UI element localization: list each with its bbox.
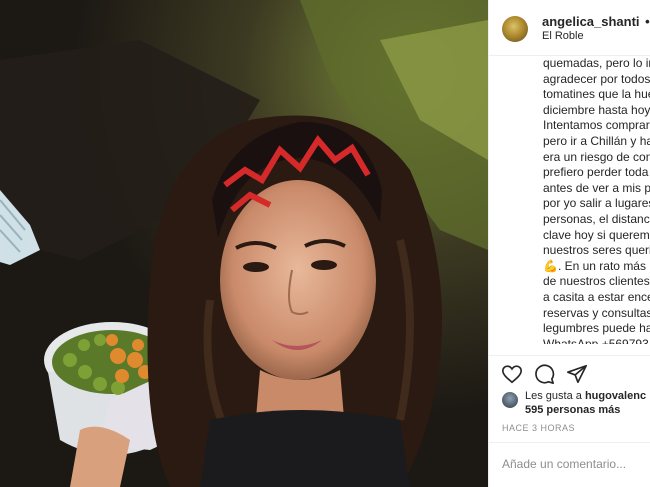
caption-line: Intentamos comprar: [543, 118, 650, 133]
caption-line: legumbres puede ha: [543, 321, 650, 336]
caption-text: quemadas, pero lo ir agradecer por todos t…: [543, 56, 650, 344]
heart-icon[interactable]: [501, 363, 523, 385]
liked-by-line: Les gusta a hugovalenc: [525, 390, 646, 402]
caption-line: a casita a estar ence: [543, 289, 650, 304]
username-line: angelica_shanti • Si: [542, 14, 650, 29]
liker-avatar[interactable]: [502, 392, 518, 408]
caption-line: tomatines que la hue: [543, 87, 650, 102]
liked-by-user[interactable]: hugovalenc: [585, 390, 646, 402]
liked-by-prefix: Les gusta a: [525, 390, 582, 402]
likes-count[interactable]: 595 personas más: [525, 404, 620, 416]
caption-line: pero ir a Chillán y ha: [543, 133, 650, 148]
caption-line: quemadas, pero lo ir: [543, 56, 650, 70]
caption-line: prefiero perder toda: [543, 165, 649, 180]
username-link[interactable]: angelica_shanti: [542, 14, 640, 29]
avatar[interactable]: [502, 16, 528, 42]
caption-line: agradecer por todos: [543, 71, 650, 86]
comment-box: [489, 442, 650, 487]
location-link[interactable]: El Roble: [542, 30, 584, 42]
comment-input[interactable]: [502, 457, 647, 471]
caption-line: nuestros seres queri: [543, 243, 650, 258]
post-photo[interactable]: [0, 0, 488, 487]
selfie-photo: [0, 0, 488, 487]
caption-line: de nuestros clientes: [543, 274, 650, 289]
post-sidebar: angelica_shanti • Si El Roble quemadas, …: [488, 0, 650, 487]
action-bar: [489, 355, 650, 390]
caption-line: personas, el distanc: [543, 211, 650, 226]
caption-line: 💪. En un rato más r: [543, 258, 650, 273]
caption-line: clave hoy si queremo: [543, 227, 650, 242]
caption-line: era un riesgo de con: [543, 149, 650, 164]
caption-line: reservas y consultas: [543, 305, 650, 320]
caption-line: por yo salir a lugares: [543, 196, 650, 211]
comment-icon[interactable]: [533, 363, 555, 385]
share-icon[interactable]: [566, 363, 588, 385]
post-header: angelica_shanti • Si El Roble: [489, 0, 650, 56]
caption-line: diciembre hasta hoy: [543, 102, 650, 117]
separator: •: [645, 14, 650, 29]
caption-line: WhatsApp +569793: [543, 336, 649, 344]
caption-line: antes de ver a mis p: [543, 180, 650, 195]
post-timestamp[interactable]: HACE 3 HORAS: [502, 423, 575, 433]
